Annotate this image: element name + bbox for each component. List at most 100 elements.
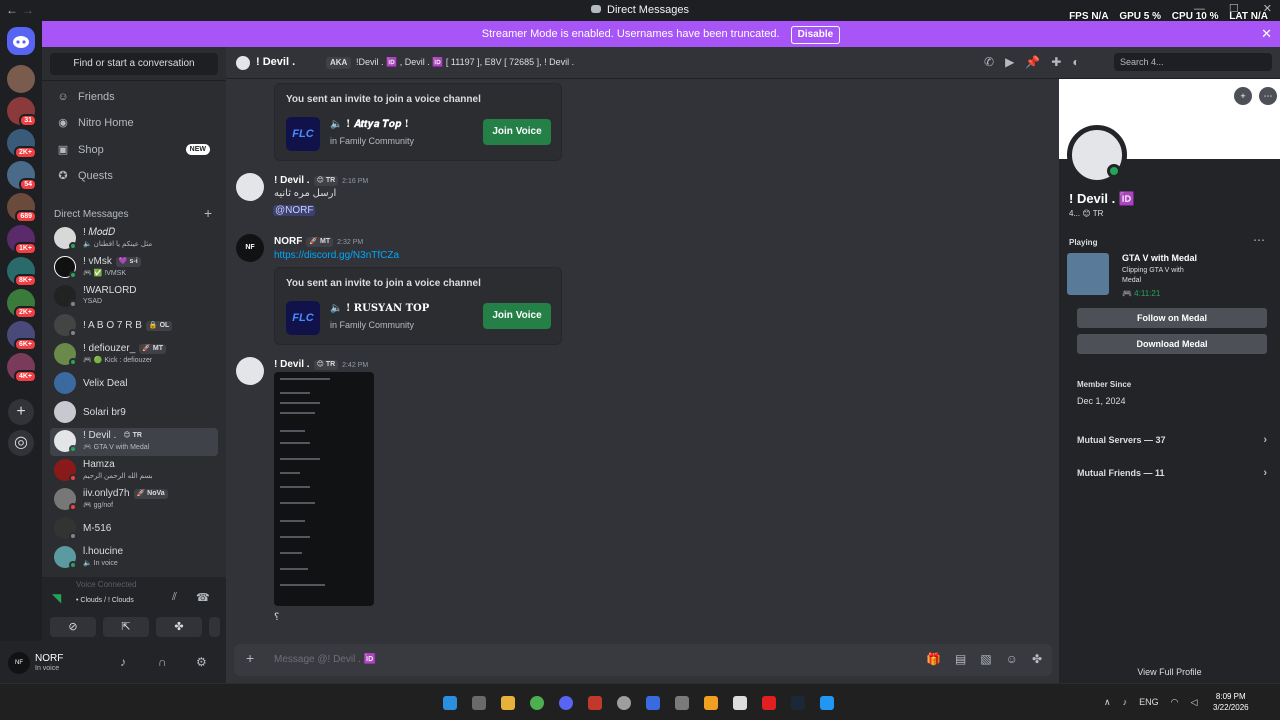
server-icon[interactable]: 2K+ — [7, 129, 37, 159]
more-options-icon[interactable]: ⋯ — [1259, 87, 1277, 105]
screen-share-button[interactable]: ⇱ — [103, 617, 149, 637]
language-indicator[interactable]: ENG — [1139, 697, 1159, 707]
discord-taskbar-icon[interactable] — [559, 696, 573, 710]
mutual-friends-row[interactable]: Mutual Friends — 11 › — [1077, 467, 1267, 479]
avatar[interactable] — [236, 357, 264, 385]
gift-icon[interactable]: 🎁 — [926, 652, 941, 666]
user-name[interactable]: NORF — [35, 653, 63, 664]
taskbar-app-icon[interactable] — [646, 696, 660, 710]
nav-friends[interactable]: ☺ Friends — [48, 85, 220, 109]
activities-button[interactable]: ✤ — [156, 617, 202, 637]
server-icon[interactable]: 6K+ — [7, 321, 37, 351]
download-medal-button[interactable]: Download Medal — [1077, 334, 1267, 354]
noise-suppression-icon[interactable]: ⫽ — [172, 591, 177, 604]
mention[interactable]: @NORF — [273, 205, 316, 216]
avatar[interactable]: NF — [236, 234, 264, 262]
taskbar-app-icon[interactable] — [472, 696, 486, 710]
dm-item[interactable]: Solari br9 — [50, 399, 218, 427]
pin-icon[interactable]: 📌 — [1025, 55, 1040, 69]
server-icon[interactable]: 31 — [7, 97, 37, 127]
mutual-servers-row[interactable]: Mutual Servers — 37 › — [1077, 434, 1267, 446]
voice-call-icon[interactable]: ✆ — [984, 55, 994, 69]
nav-shop[interactable]: ▣ Shop NEW — [48, 138, 220, 162]
dm-item[interactable]: Velix Deal — [50, 370, 218, 398]
message-input[interactable]: Message @! Devil . 🆔 — [274, 654, 376, 665]
server-icon[interactable]: 1K+ — [7, 225, 37, 255]
join-voice-button[interactable]: Join Voice — [483, 119, 551, 145]
microphone-icon[interactable]: ♪ — [120, 655, 126, 669]
dm-item[interactable]: ! A B O 7 R B 🔒 OL — [50, 312, 218, 340]
nav-nitro-home[interactable]: ◉ Nitro Home — [48, 111, 220, 135]
steam-icon[interactable] — [791, 696, 805, 710]
search-input[interactable]: Search 4... — [1114, 53, 1272, 71]
attach-plus-icon[interactable]: + — [246, 650, 254, 666]
nav-quests[interactable]: ✪ Quests — [48, 164, 220, 188]
server-icon[interactable]: 689 — [7, 193, 37, 223]
dm-item[interactable]: iiv.onlyd7h 🚀 NoVa 🎮 gg/nof — [50, 486, 218, 514]
author-name[interactable]: ! Devil . — [274, 175, 310, 186]
avatar[interactable]: NF — [8, 652, 30, 674]
taskbar-app-icon[interactable] — [733, 696, 747, 710]
sticker-icon[interactable]: ▧ — [980, 652, 991, 666]
add-friends-icon[interactable]: ✚ — [1051, 55, 1061, 69]
author-name[interactable]: ! Devil . — [274, 359, 310, 370]
activity-more-icon[interactable]: ⋯ — [1253, 233, 1265, 247]
taskbar-app-icon[interactable] — [588, 696, 602, 710]
create-dm-icon[interactable]: + — [204, 205, 212, 221]
avatar[interactable] — [236, 173, 264, 201]
tray-mic-icon[interactable]: ♪ — [1123, 697, 1128, 707]
server-icon[interactable] — [7, 65, 35, 93]
join-voice-button[interactable]: Join Voice — [483, 303, 551, 329]
settings-gear-icon[interactable]: ⚙ — [196, 655, 207, 669]
dm-item[interactable]: ! vMsk 💜 s-i 🎮 ✅ !VMSK — [50, 254, 218, 282]
settings-taskbar-icon[interactable] — [617, 696, 631, 710]
dm-item[interactable]: l.houcine 🔈 In voice — [50, 544, 218, 572]
taskbar-app-icon[interactable] — [675, 696, 689, 710]
tray-chevron-icon[interactable]: ∧ — [1104, 697, 1111, 707]
dm-item[interactable]: M-516 — [50, 515, 218, 543]
add-friend-icon[interactable]: + — [1234, 87, 1252, 105]
tray-wifi-icon[interactable]: ◠ — [1171, 697, 1179, 707]
dm-tag: 🚀 MT — [139, 344, 167, 354]
discover-icon[interactable]: ◎ — [8, 430, 34, 456]
tray-volume-icon[interactable]: ◁ — [1190, 697, 1197, 707]
chrome-icon[interactable] — [530, 696, 544, 710]
server-icon[interactable]: 2K+ — [7, 289, 37, 319]
file-explorer-icon[interactable] — [501, 696, 515, 710]
taskbar-app-icon[interactable] — [762, 696, 776, 710]
voice-channel[interactable]: • Clouds / ! Clouds — [76, 597, 134, 604]
discord-home-icon[interactable] — [7, 27, 35, 55]
emoji-icon[interactable]: ☺ — [1006, 652, 1018, 666]
view-full-profile-link[interactable]: View Full Profile — [1059, 667, 1280, 677]
server-icon[interactable]: 54 — [7, 161, 37, 191]
screenshot-attachment[interactable] — [274, 372, 374, 606]
clock[interactable]: 8:09 PM 3/22/2026 — [1213, 691, 1249, 713]
message-composer[interactable]: + Message @! Devil . 🆔 🎁 ▤ ▧ ☺ ✤ — [234, 644, 1052, 676]
add-server-icon[interactable]: + — [8, 399, 34, 425]
author-name[interactable]: NORF — [274, 236, 302, 247]
headphones-icon[interactable]: ∩ — [158, 655, 167, 669]
dm-item-active[interactable]: ! Devil . 😊 TR 🎮 GTA V with Medal — [50, 428, 218, 456]
find-conversation-input[interactable]: Find or start a conversation — [50, 53, 218, 75]
apps-icon[interactable]: ✤ — [1032, 652, 1042, 666]
soundboard-button[interactable] — [209, 617, 220, 637]
disable-button[interactable]: Disable — [790, 26, 841, 44]
taskbar-app-icon[interactable] — [704, 696, 718, 710]
close-icon[interactable]: ✕ — [1261, 21, 1272, 47]
disconnect-icon[interactable]: ☎ — [196, 591, 210, 604]
invite-link[interactable]: https://discord.gg/N3nTfCZa — [274, 250, 399, 261]
windows-start-icon[interactable] — [443, 696, 457, 710]
dm-item[interactable]: ! 𝑀𝑜𝑑𝐷 🔈 مثل عينكم يا افطنان — [50, 225, 218, 253]
video-call-icon[interactable]: ▶ — [1005, 55, 1014, 69]
user-profile-icon[interactable]: ◐ — [1072, 55, 1079, 69]
dm-item[interactable]: ! defiouzer_ 🚀 MT 🎮 🟢 Kick : defiouzer — [50, 341, 218, 369]
camera-off-button[interactable]: ⊘ — [50, 617, 96, 637]
server-icon[interactable]: 4K+ — [7, 353, 37, 383]
dm-item[interactable]: !WARLORD YSAD — [50, 283, 218, 311]
dm-item[interactable]: Hamza بسم الله الرحمن الرحيم — [50, 457, 218, 485]
signal-icon[interactable]: ◥ — [52, 591, 61, 605]
follow-on-medal-button[interactable]: Follow on Medal — [1077, 308, 1267, 328]
gif-icon[interactable]: ▤ — [955, 652, 966, 666]
server-icon[interactable]: 8K+ — [7, 257, 37, 287]
taskbar-app-icon[interactable] — [820, 696, 834, 710]
